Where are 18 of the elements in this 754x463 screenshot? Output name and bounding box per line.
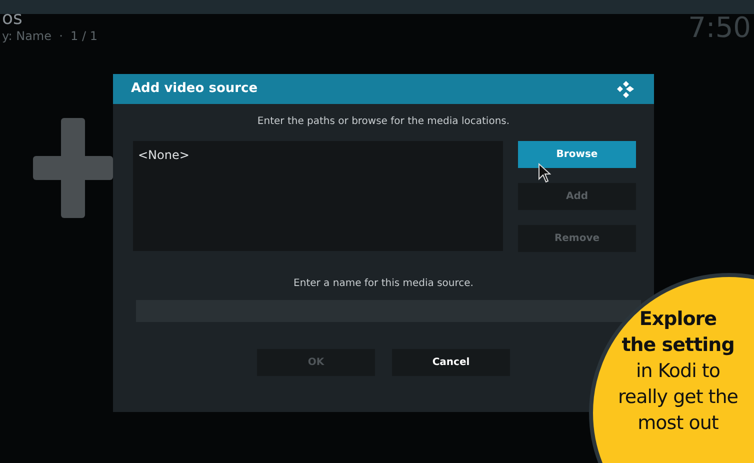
paths-hint: Enter the paths or browse for the media locations. — [257, 115, 510, 129]
section-title: os — [2, 10, 24, 28]
dialog-button[interactable]: Cancel — [392, 349, 510, 376]
path-item[interactable]: <None> — [138, 146, 498, 164]
dialog-title: Add video source — [131, 80, 258, 98]
mouse-cursor-icon — [538, 163, 551, 183]
callout-text: really get the — [618, 385, 738, 410]
callout-text: most out — [638, 411, 718, 436]
sort-info: y: Name · 1 / 1 — [2, 30, 98, 42]
plus-icon — [33, 118, 113, 218]
callout-text: the setting — [622, 333, 734, 358]
side-button[interactable]: Browse — [518, 141, 636, 168]
clock: 7:50 — [688, 14, 751, 42]
callout-text: in Kodi to — [636, 359, 720, 384]
logo-icon — [616, 79, 636, 99]
name-hint: Enter a name for this media source. — [294, 277, 474, 291]
name-input[interactable] — [136, 300, 641, 322]
callout-text: Explore — [639, 307, 717, 332]
